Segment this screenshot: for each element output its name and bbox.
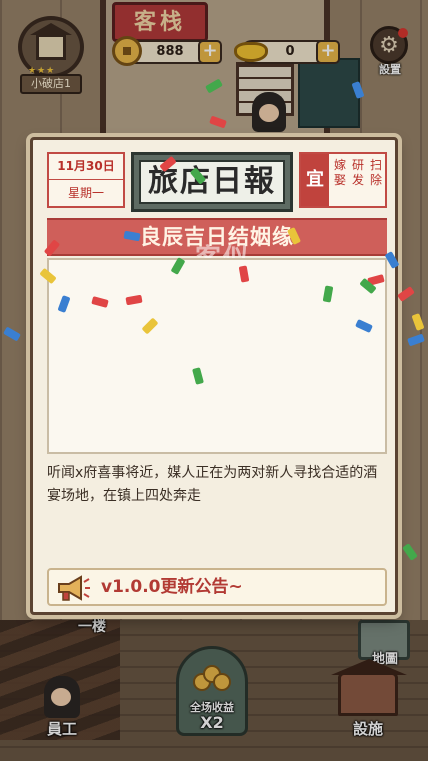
date-box: 11月30日 星期一 (47, 152, 125, 208)
yi-item: 扫除 (369, 158, 382, 187)
news-description: 听闻x府喜事将近，媒人正在为两对新人寻找合适的酒宴场地，在镇上四处奔走 (47, 465, 378, 504)
update-notice-button[interactable]: v1.0.0更新公告~ (47, 568, 387, 606)
daily-news-dialog: 11月30日 星期一 旅店日報 宜 嫁娶 研发 扫除 良辰吉日结姻缘 客似 听闻… (30, 137, 398, 615)
yi-item: 研发 (351, 158, 364, 187)
yi-label: 宜 (301, 154, 329, 206)
update-notice-text: v1.0.0更新公告~ (101, 577, 243, 597)
weekday: 星期一 (67, 186, 104, 200)
news-illustration (47, 258, 387, 454)
title-plaque: 旅店日報 (131, 152, 293, 212)
yi-item: 嫁娶 (333, 158, 346, 187)
auspicious-box: 宜 嫁娶 研发 扫除 (299, 152, 387, 208)
date: 11月30日 (49, 154, 123, 180)
megaphone-icon (58, 575, 90, 601)
